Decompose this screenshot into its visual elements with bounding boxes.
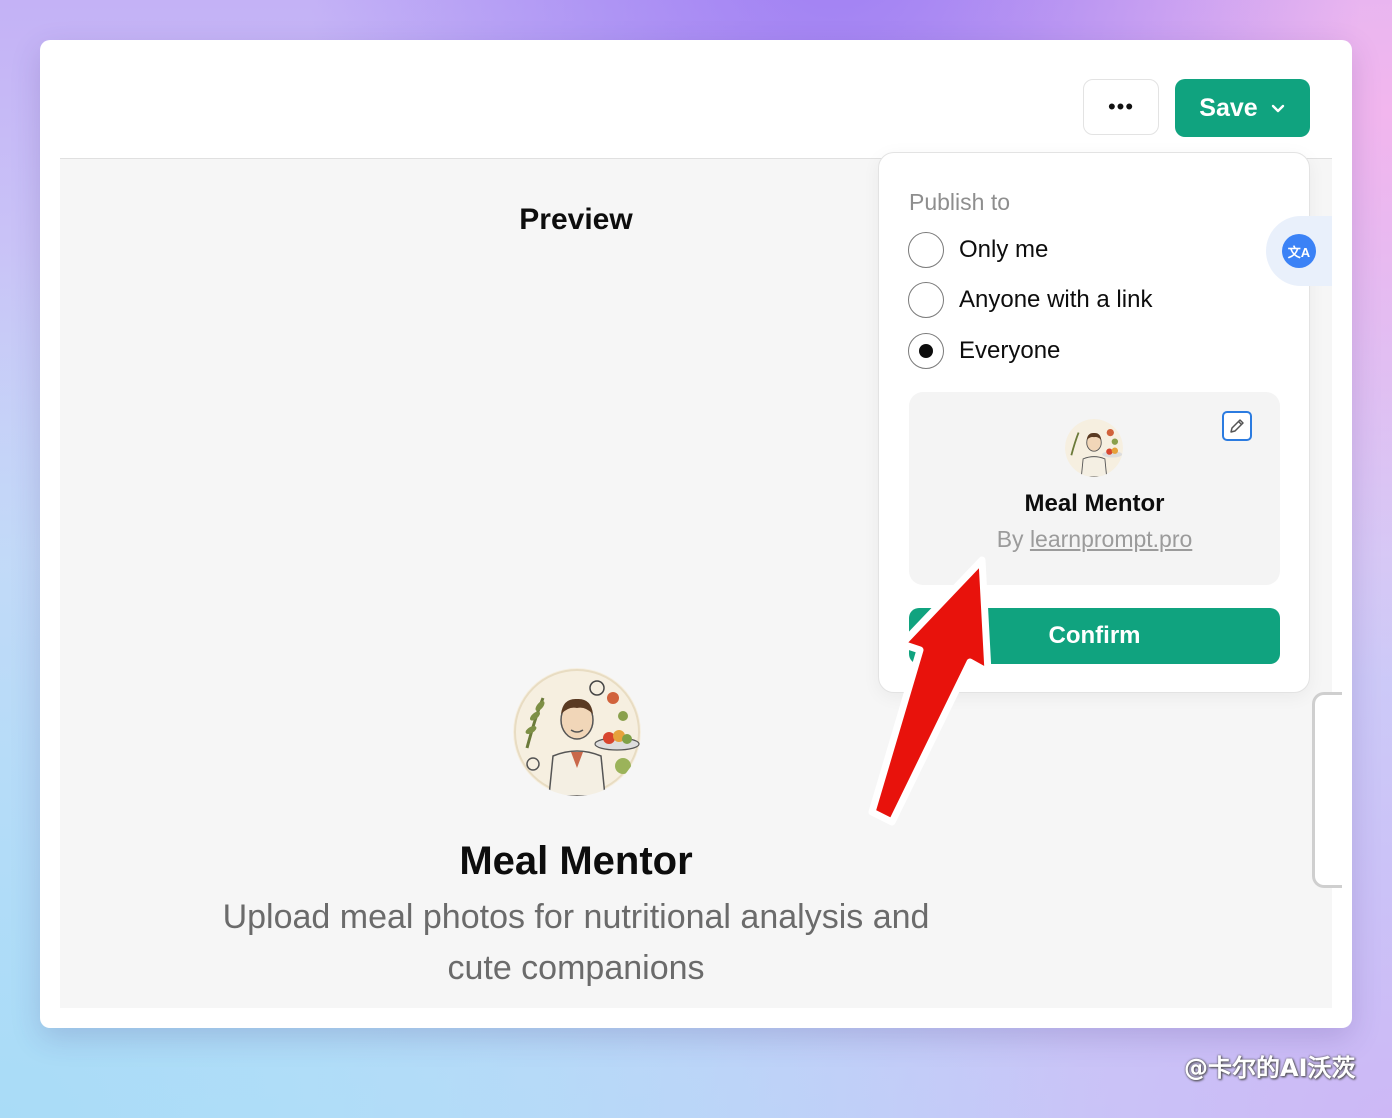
option-everyone-label: Everyone [959,337,1061,364]
card-gpt-name: Meal Mentor [1024,490,1165,517]
option-anyone-with-link[interactable]: Anyone with a link [908,282,1152,318]
edit-pencil-icon[interactable] [1222,411,1252,441]
annotation-arrow [868,556,992,826]
gpt-name: Meal Mentor [459,839,693,883]
watermark: @卡尔的AI沃茨 [1184,1054,1356,1082]
radio-everyone[interactable] [908,333,944,369]
radio-anyone-with-link[interactable] [908,282,944,318]
radio-selected-dot [919,344,933,358]
radio-only-me[interactable] [908,232,944,268]
chevron-down-icon [1271,104,1284,113]
side-panel-edge [1312,692,1342,888]
save-button[interactable]: Save [1175,79,1310,137]
option-only-me-label: Only me [959,236,1049,263]
option-only-me[interactable]: Only me [908,232,1048,268]
app-window: ••• Save Preview Meal Mentor Upload meal… [40,40,1352,1028]
publish-to-label: Publish to [909,189,1011,215]
gpt-description: Upload meal photos for nutritional analy… [222,898,930,987]
more-options-button[interactable]: ••• [1083,79,1159,135]
card-avatar [1065,419,1123,477]
save-button-label: Save [1199,93,1258,122]
translate-button[interactable]: 文A [1266,216,1332,286]
author-link[interactable]: learnprompt.pro [1030,526,1192,552]
gpt-avatar [513,668,641,796]
confirm-button-label: Confirm [1048,622,1141,649]
option-anyone-with-link-label: Anyone with a link [959,286,1153,313]
top-bar: ••• Save [40,40,1352,158]
translate-icon: 文A [1282,234,1316,268]
ellipsis-icon: ••• [1107,94,1135,119]
option-everyone[interactable]: Everyone [908,333,1060,369]
